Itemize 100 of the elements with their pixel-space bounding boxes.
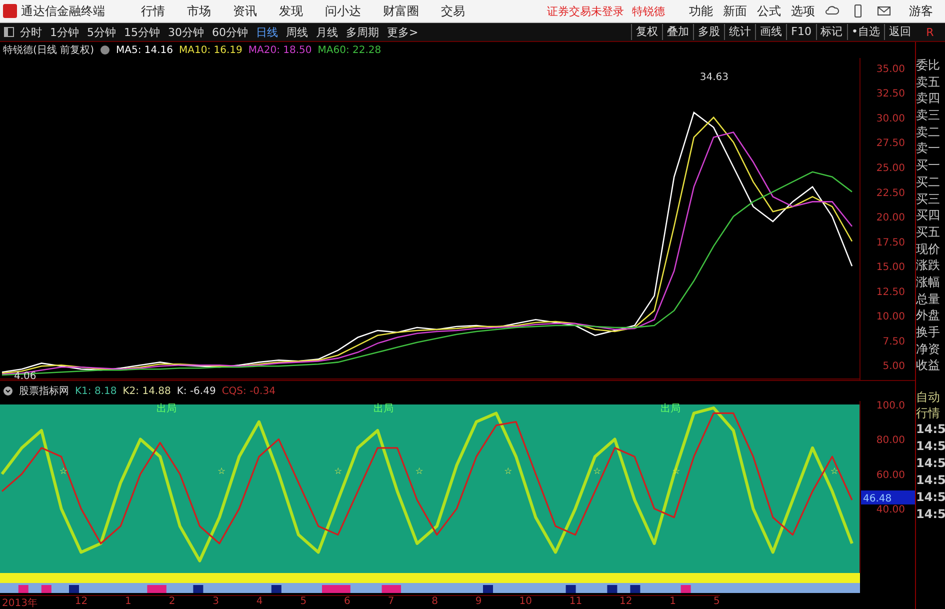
indicator-value: K1: 8.18	[75, 386, 117, 396]
current-value-marker	[861, 490, 915, 504]
toolbar-button[interactable]: 标记	[816, 24, 846, 40]
panel-icon[interactable]	[4, 27, 14, 37]
axis-label: 22.50	[876, 188, 905, 199]
trade-time: 14:5	[916, 455, 945, 472]
indicator-value: MA10: 16.19	[179, 44, 242, 56]
date-label: 4	[256, 596, 263, 609]
toolbar-button[interactable]: 统计	[724, 24, 756, 40]
quote-field-label: 净资	[916, 340, 941, 358]
indicator-value: MA20: 18.50	[248, 44, 312, 56]
star-icon: ☆	[830, 466, 838, 477]
quote-field-label: 总量	[916, 290, 941, 308]
star-icon: ☆	[415, 466, 424, 477]
chevron-circle-icon[interactable]	[3, 386, 13, 396]
axis-label: 25.00	[876, 162, 905, 174]
date-label: 2013年	[2, 597, 38, 609]
date-label: 5	[713, 596, 720, 609]
period-tab[interactable]: 60分钟	[212, 24, 248, 40]
axis-label: 20.00	[876, 212, 905, 224]
menu-item[interactable]: 资讯	[233, 2, 257, 20]
chart-title: 特锐德(日线 前复权)	[3, 44, 94, 57]
price-label: 34.63	[700, 72, 728, 83]
indicator-value: K2: 14.88	[122, 386, 171, 396]
toolbar-button[interactable]: F10	[786, 24, 816, 40]
login-status[interactable]: 证券交易未登录	[547, 4, 624, 18]
axis-label: 17.50	[876, 237, 905, 248]
menu-item[interactable]: 新面	[723, 2, 747, 20]
axis-label: 27.50	[876, 138, 905, 150]
indicator-value: MA60: 22.28	[318, 44, 382, 56]
period-tab[interactable]: 1分钟	[50, 24, 79, 40]
period-tab[interactable]: 周线	[286, 24, 308, 40]
indicator-value: K: -6.49	[176, 386, 216, 396]
signal-label: 出局	[660, 403, 680, 414]
toolbar-button[interactable]: •自选	[846, 24, 884, 40]
trade-time: 14:5	[916, 472, 945, 490]
axis-label: 60.00	[876, 470, 905, 481]
period-tab[interactable]: 5分钟	[87, 24, 116, 40]
indicator-value: CQS: -0.34	[222, 386, 276, 396]
quote-field-label: 涨跌	[916, 257, 941, 274]
axis-label: 32.50	[876, 88, 905, 100]
menu-item[interactable]: 行情	[141, 2, 165, 20]
signal-mark	[566, 585, 576, 593]
quote-field-label: 卖五	[916, 74, 941, 90]
period-tab[interactable]: 分时	[20, 24, 42, 40]
period-tab[interactable]: 月线	[316, 24, 338, 40]
toolbar-button[interactable]: 画线	[755, 24, 786, 40]
axis-label: 5.00	[882, 361, 905, 372]
signal-mark	[630, 585, 640, 593]
quote-field-label: 买一	[916, 157, 941, 174]
star-icon: ☆	[504, 466, 512, 477]
signal-label: 出局	[374, 403, 394, 414]
axis-label: 7.50	[882, 336, 905, 348]
toolbar-button[interactable]: 返回	[884, 24, 915, 40]
period-tab[interactable]: 多周期	[346, 24, 379, 40]
menu-item[interactable]: 选项	[791, 2, 815, 20]
menu-item[interactable]: 交易	[441, 2, 465, 20]
user-label[interactable]: 游客	[909, 2, 933, 20]
toolbar-button[interactable]: 复权	[631, 24, 662, 40]
date-label: 9	[475, 596, 482, 609]
mail-icon[interactable]	[877, 4, 891, 18]
star-icon: ☆	[218, 466, 226, 477]
date-label: 5	[300, 596, 307, 609]
period-tab[interactable]: 日线	[256, 24, 278, 40]
star-icon: ☆	[59, 466, 68, 477]
axis-label: 100.0	[876, 401, 905, 412]
stock-name: 特锐德	[632, 4, 665, 18]
quote-tab[interactable]: 行情	[916, 405, 945, 422]
menu-item[interactable]: 财富圈	[383, 2, 419, 20]
app-title: 通达信金融终端	[21, 2, 105, 20]
quote-field-label: 卖三	[916, 107, 941, 124]
menu-item[interactable]: 问小达	[325, 2, 361, 20]
date-label: 10	[519, 596, 532, 609]
menu-item[interactable]: 发现	[279, 2, 303, 20]
indicator-title: 股票指标网	[19, 384, 69, 398]
date-label: 1	[125, 596, 132, 609]
period-tab[interactable]: 30分钟	[168, 24, 204, 40]
circle-icon[interactable]	[100, 45, 110, 55]
period-tab[interactable]: 15分钟	[124, 24, 160, 40]
signal-mark	[18, 585, 28, 593]
indicator-value: MA5: 14.16	[116, 44, 173, 56]
menu-item[interactable]: 市场	[187, 2, 211, 20]
more-button[interactable]: 更多>	[387, 24, 418, 40]
menu-item[interactable]: 功能	[689, 2, 713, 20]
menu-item[interactable]: 公式	[757, 2, 781, 20]
date-label: 12	[74, 596, 88, 609]
quote-field-label: 收益	[916, 357, 941, 374]
axis-label: 40.00	[876, 504, 905, 516]
signal-mark	[607, 585, 618, 593]
date-label: 7	[388, 596, 394, 609]
signal-mark	[69, 585, 79, 593]
quote-tab[interactable]: 自动	[916, 389, 945, 406]
quote-field-label: 买五	[916, 224, 941, 241]
trade-time: 14:5	[916, 438, 945, 456]
toolbar-button[interactable]: 叠加	[662, 24, 694, 40]
signal-mark	[271, 585, 282, 593]
quote-field-label: 外盘	[916, 307, 941, 324]
quote-field-label: 卖二	[916, 124, 941, 140]
date-label: 6	[344, 596, 350, 609]
toolbar-button[interactable]: 多股	[693, 24, 724, 40]
